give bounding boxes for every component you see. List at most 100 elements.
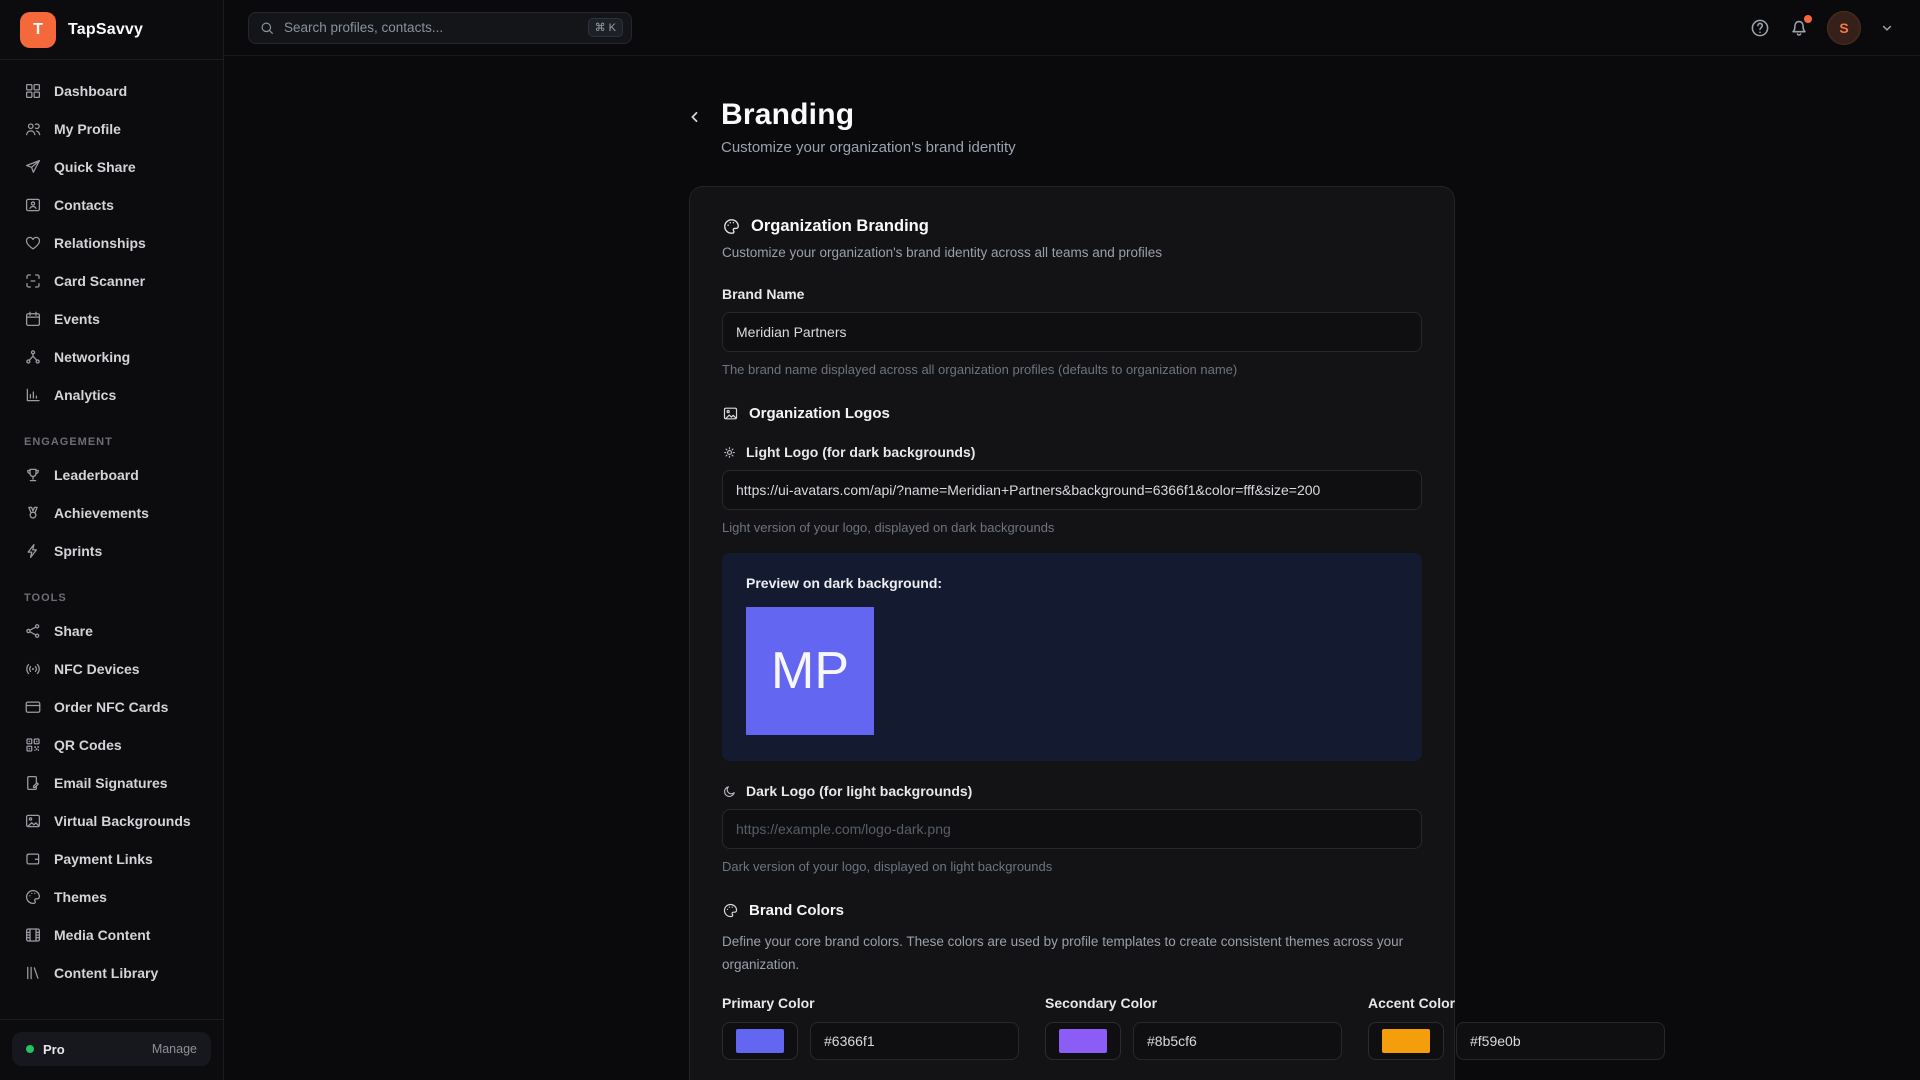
scan-icon (24, 272, 42, 290)
accent-color-picker[interactable] (1368, 1022, 1444, 1060)
sidebar-item-label: Share (54, 623, 93, 639)
bolt-icon (24, 542, 42, 560)
sidebar-item-label: Order NFC Cards (54, 699, 168, 715)
chart-icon (24, 386, 42, 404)
signature-icon (24, 774, 42, 792)
logo-preview-initials: MP (771, 641, 849, 701)
users-icon (24, 120, 42, 138)
help-icon (1749, 17, 1771, 39)
credit-card-icon (24, 698, 42, 716)
secondary-color-swatch (1059, 1029, 1107, 1053)
sidebar-section-label: ENGAGEMENT (12, 436, 211, 448)
avatar[interactable]: S (1827, 11, 1861, 45)
content-area: Branding Customize your organization's b… (224, 56, 1920, 1080)
dark-preview-label: Preview on dark background: (746, 575, 1398, 591)
sidebar-item-email-signatures[interactable]: Email Signatures (12, 764, 211, 802)
manage-plan-button[interactable]: Manage (152, 1042, 197, 1056)
plan-status-dot-icon (26, 1045, 34, 1053)
chevron-down-icon (1878, 19, 1896, 37)
sidebar-item-payment-links[interactable]: Payment Links (12, 840, 211, 878)
brand-name-label: Brand Name (722, 286, 1422, 302)
sidebar-item-label: Networking (54, 349, 130, 365)
primary-color-picker[interactable] (722, 1022, 798, 1060)
sidebar-item-media-content[interactable]: Media Content (12, 916, 211, 954)
sidebar-item-quick-share[interactable]: Quick Share (12, 148, 211, 186)
sidebar-item-achievements[interactable]: Achievements (12, 494, 211, 532)
topbar: ⌘ K S (224, 0, 1920, 56)
sidebar-item-label: NFC Devices (54, 661, 140, 677)
sidebar-item-nfc-devices[interactable]: NFC Devices (12, 650, 211, 688)
sidebar-item-leaderboard[interactable]: Leaderboard (12, 456, 211, 494)
app-name: TapSavvy (68, 21, 143, 39)
sidebar-item-label: Analytics (54, 387, 116, 403)
sidebar-item-content-library[interactable]: Content Library (12, 954, 211, 992)
plan-section: Pro Manage (0, 1019, 223, 1080)
library-icon (24, 964, 42, 982)
brand-name-input[interactable] (722, 312, 1422, 352)
sidebar-item-order-nfc-cards[interactable]: Order NFC Cards (12, 688, 211, 726)
calendar-icon (24, 310, 42, 328)
user-menu-button[interactable] (1878, 19, 1896, 37)
sidebar-item-label: Content Library (54, 965, 158, 981)
search-shortcut-badge: ⌘ K (588, 18, 623, 37)
sidebar-item-card-scanner[interactable]: Card Scanner (12, 262, 211, 300)
notifications-button[interactable] (1788, 17, 1810, 39)
sidebar-item-virtual-backgrounds[interactable]: Virtual Backgrounds (12, 802, 211, 840)
sidebar-item-contacts[interactable]: Contacts (12, 186, 211, 224)
sidebar-item-share[interactable]: Share (12, 612, 211, 650)
dark-logo-label: Dark Logo (for light backgrounds) (746, 783, 972, 799)
secondary-color-input[interactable] (1133, 1022, 1342, 1060)
primary-color-label: Primary Color (722, 995, 1019, 1011)
sidebar-item-analytics[interactable]: Analytics (12, 376, 211, 414)
sidebar-item-label: Card Scanner (54, 273, 145, 289)
sidebar-item-events[interactable]: Events (12, 300, 211, 338)
contact-card-icon (24, 196, 42, 214)
image-icon (722, 405, 739, 422)
sidebar-item-dashboard[interactable]: Dashboard (12, 72, 211, 110)
broadcast-icon (24, 660, 42, 678)
primary-color-field: Primary Color (722, 995, 1019, 1060)
app-logo: T (20, 12, 56, 48)
sidebar-item-label: My Profile (54, 121, 121, 137)
accent-color-field: Accent Color (1368, 995, 1665, 1060)
sidebar-item-qr-codes[interactable]: QR Codes (12, 726, 211, 764)
heart-icon (24, 234, 42, 252)
palette-icon (24, 888, 42, 906)
dark-logo-help: Dark version of your logo, displayed on … (722, 859, 1422, 874)
search-input[interactable] (284, 20, 579, 35)
accent-color-label: Accent Color (1368, 995, 1665, 1011)
primary-color-swatch (736, 1029, 784, 1053)
organization-branding-card: Organization Branding Customize your org… (689, 186, 1455, 1080)
help-button[interactable] (1749, 17, 1771, 39)
accent-color-input[interactable] (1456, 1022, 1665, 1060)
app-logo-row: T TapSavvy (0, 0, 223, 60)
primary-color-input[interactable] (810, 1022, 1019, 1060)
page-title: Branding (721, 98, 1016, 132)
search-box[interactable]: ⌘ K (248, 12, 632, 44)
send-icon (24, 158, 42, 176)
card-subtitle: Customize your organization's brand iden… (722, 245, 1422, 260)
medal-icon (24, 504, 42, 522)
sidebar-item-label: Themes (54, 889, 107, 905)
plan-label: Pro (43, 1042, 65, 1057)
sidebar-item-relationships[interactable]: Relationships (12, 224, 211, 262)
qr-icon (24, 736, 42, 754)
moon-icon (722, 784, 737, 799)
secondary-color-field: Secondary Color (1045, 995, 1342, 1060)
sidebar-item-my-profile[interactable]: My Profile (12, 110, 211, 148)
light-logo-url-input[interactable] (722, 470, 1422, 510)
secondary-color-label: Secondary Color (1045, 995, 1342, 1011)
sidebar-item-sprints[interactable]: Sprints (12, 532, 211, 570)
back-button[interactable] (686, 108, 704, 126)
sidebar-item-networking[interactable]: Networking (12, 338, 211, 376)
sidebar-item-label: Virtual Backgrounds (54, 813, 191, 829)
sidebar-item-label: Sprints (54, 543, 102, 559)
palette-icon (722, 902, 739, 919)
palette-icon (722, 217, 741, 236)
share-icon (24, 622, 42, 640)
sidebar-item-themes[interactable]: Themes (12, 878, 211, 916)
plan-card: Pro Manage (12, 1032, 211, 1066)
sidebar-item-label: Quick Share (54, 159, 136, 175)
dark-logo-url-input[interactable] (722, 809, 1422, 849)
secondary-color-picker[interactable] (1045, 1022, 1121, 1060)
